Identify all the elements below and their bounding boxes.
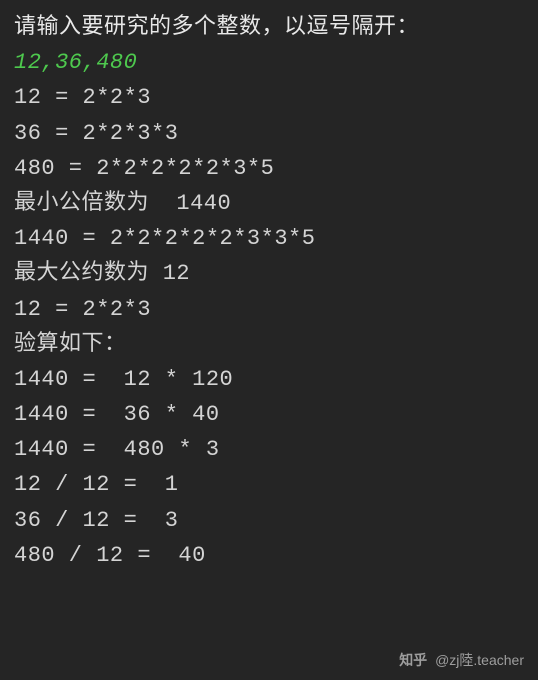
output-line: 验算如下： [14,327,524,362]
output-line: 36 = 2*2*3*3 [14,116,524,151]
output-line: 36 / 12 = 3 [14,503,524,538]
watermark-brand: 知乎 [399,652,427,668]
input-prompt: 请输入要研究的多个整数，以逗号隔开： [14,10,524,45]
output-line: 1440 = 12 * 120 [14,362,524,397]
output-line: 1440 = 480 * 3 [14,432,524,467]
output-line: 480 = 2*2*2*2*2*3*5 [14,151,524,186]
output-line: 1440 = 2*2*2*2*2*3*3*5 [14,221,524,256]
output-line: 最小公倍数为 1440 [14,186,524,221]
output-line: 12 / 12 = 1 [14,467,524,502]
watermark: 知乎 @zj陸.teacher [399,650,524,670]
output-line: 最大公约数为 12 [14,256,524,291]
output-line: 12 = 2*2*3 [14,80,524,115]
user-input: 12,36,480 [14,45,524,80]
output-line: 12 = 2*2*3 [14,292,524,327]
output-line: 480 / 12 = 40 [14,538,524,573]
watermark-handle: @zj陸.teacher [435,652,524,668]
output-line: 1440 = 36 * 40 [14,397,524,432]
